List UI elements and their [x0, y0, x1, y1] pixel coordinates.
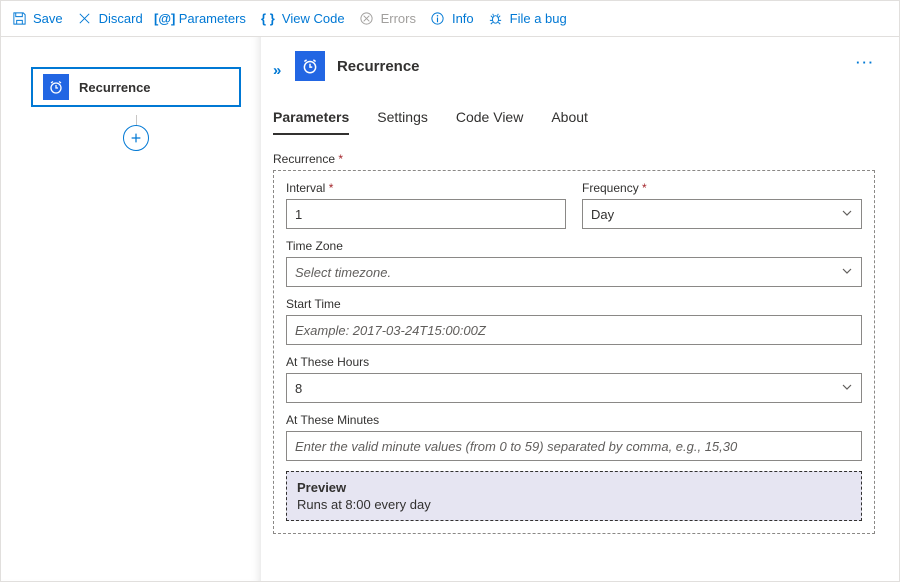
info-button[interactable]: Info [430, 11, 474, 27]
info-icon [430, 11, 446, 27]
clock-icon [43, 74, 69, 100]
clock-icon [295, 51, 325, 81]
chevron-down-icon [841, 265, 853, 280]
parameters-label: Parameters [179, 11, 246, 26]
bug-icon [488, 11, 504, 27]
more-button[interactable]: ··· [856, 55, 875, 70]
interval-label: Interval [286, 181, 566, 195]
frequency-select[interactable]: Day [582, 199, 862, 229]
start-time-input[interactable] [286, 315, 862, 345]
panel-header: Recurrence [295, 51, 420, 81]
save-icon [11, 11, 27, 27]
panel-title: Recurrence [337, 58, 420, 75]
collapse-panel-button[interactable]: » [273, 54, 291, 79]
plus-icon [129, 131, 143, 145]
save-button[interactable]: Save [11, 11, 63, 27]
file-bug-label: File a bug [510, 11, 567, 26]
details-panel: » Recurrence ··· Parameters Settings Cod… [261, 37, 899, 581]
time-zone-select[interactable]: Select timezone. [286, 257, 862, 287]
view-code-label: View Code [282, 11, 345, 26]
trigger-card-recurrence[interactable]: Recurrence [31, 67, 241, 107]
errors-button: Errors [359, 11, 416, 27]
designer-canvas: Recurrence [1, 37, 261, 581]
tab-parameters[interactable]: Parameters [273, 109, 349, 135]
discard-icon [77, 11, 93, 27]
errors-label: Errors [381, 11, 416, 26]
minutes-label: At These Minutes [286, 413, 862, 427]
discard-label: Discard [99, 11, 143, 26]
start-time-label: Start Time [286, 297, 862, 311]
toolbar: Save Discard [@] Parameters { } View Cod… [1, 1, 899, 37]
main: Recurrence » Recurrence ··· Parameters S… [1, 37, 899, 581]
panel-tabs: Parameters Settings Code View About [273, 109, 875, 136]
parameters-button[interactable]: [@] Parameters [157, 11, 246, 27]
preview-title: Preview [297, 480, 851, 495]
hours-value: 8 [295, 381, 302, 396]
hours-select[interactable]: 8 [286, 373, 862, 403]
errors-icon [359, 11, 375, 27]
time-zone-placeholder: Select timezone. [295, 265, 391, 280]
frequency-label: Frequency [582, 181, 862, 195]
info-label: Info [452, 11, 474, 26]
preview-text: Runs at 8:00 every day [297, 497, 851, 512]
view-code-button[interactable]: { } View Code [260, 11, 345, 27]
recurrence-settings-group: Interval Frequency Day [273, 170, 875, 534]
tab-settings[interactable]: Settings [377, 109, 428, 135]
file-bug-button[interactable]: File a bug [488, 11, 567, 27]
code-icon: { } [260, 11, 276, 27]
frequency-value: Day [591, 207, 614, 222]
tab-about[interactable]: About [551, 109, 588, 135]
preview-box: Preview Runs at 8:00 every day [286, 471, 862, 521]
section-label-recurrence: Recurrence [273, 152, 875, 166]
add-step-container [31, 115, 241, 151]
time-zone-label: Time Zone [286, 239, 862, 253]
discard-button[interactable]: Discard [77, 11, 143, 27]
hours-label: At These Hours [286, 355, 862, 369]
add-step-button[interactable] [123, 125, 149, 151]
trigger-title: Recurrence [79, 80, 151, 95]
tab-code-view[interactable]: Code View [456, 109, 523, 135]
save-label: Save [33, 11, 63, 26]
interval-input[interactable] [286, 199, 566, 229]
chevron-down-icon [841, 381, 853, 396]
minutes-input[interactable] [286, 431, 862, 461]
chevron-down-icon [841, 207, 853, 222]
parameters-icon: [@] [157, 11, 173, 27]
